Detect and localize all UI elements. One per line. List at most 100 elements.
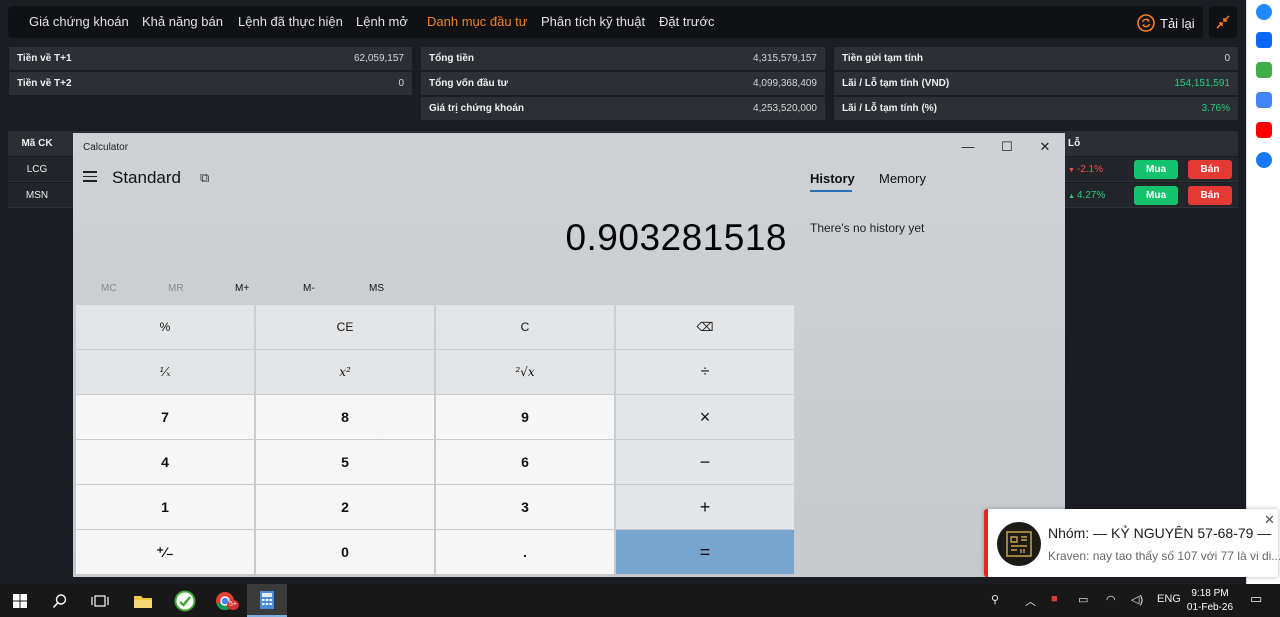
tab-stock-prices[interactable]: Giá chứng khoán xyxy=(29,6,129,38)
up-arrow-icon: ▲ xyxy=(1068,193,1077,200)
digit-1-button[interactable]: 1 xyxy=(76,485,254,529)
clock[interactable]: 9:18 PM 01-Feb-26 xyxy=(1184,587,1236,615)
square-button[interactable]: x² xyxy=(256,350,434,394)
file-explorer-button[interactable] xyxy=(123,584,163,617)
row-symbol: MSN xyxy=(25,190,49,201)
menu-icon[interactable] xyxy=(83,171,97,183)
sell-button[interactable]: Bán xyxy=(1188,160,1232,179)
buy-button[interactable]: Mua xyxy=(1134,160,1178,179)
digit-2-button[interactable]: 2 xyxy=(256,485,434,529)
result-display: 0.903281518 xyxy=(565,217,787,258)
reciprocal-button[interactable]: ¹⁄ₓ xyxy=(76,350,254,394)
calculator-taskbar-button[interactable] xyxy=(247,584,287,617)
clear-entry-button[interactable]: CE xyxy=(256,305,434,349)
tab-pre-order[interactable]: Đặt trước xyxy=(659,6,715,38)
youtube-icon[interactable] xyxy=(1256,122,1272,138)
task-view-icon xyxy=(91,594,109,607)
chat-notification[interactable]: Nhóm: — KỶ NGUYÊN 57-68-79 — Kraven: nay… xyxy=(984,509,1280,577)
antivirus-icon[interactable]: ■ xyxy=(1051,593,1058,605)
reload-button[interactable]: Tải lại xyxy=(1137,14,1195,32)
reload-label: Tải lại xyxy=(1160,15,1195,31)
divide-button[interactable]: ÷ xyxy=(616,350,794,394)
notification-title: Nhóm: — KỶ NGUYÊN 57-68-79 — xyxy=(1048,525,1272,541)
memory-recall-button[interactable]: MR xyxy=(168,283,184,294)
action-center-icon[interactable]: ▭ xyxy=(1250,591,1262,607)
decimal-button[interactable]: . xyxy=(436,530,614,574)
summary-profit-pct: Lãi / Lỗ tạm tính (%) 3.76% xyxy=(834,97,1238,120)
language-indicator[interactable]: ENG xyxy=(1157,593,1181,605)
add-button[interactable]: + xyxy=(616,485,794,529)
facebook-icon[interactable] xyxy=(1256,152,1272,168)
trading-app-button[interactable] xyxy=(165,584,205,617)
tab-executed-orders[interactable]: Lệnh đã thực hiện xyxy=(238,6,343,38)
summary-label: Tiền về T+2 xyxy=(17,78,72,89)
memory-clear-button[interactable]: MC xyxy=(101,283,117,294)
digit-6-button[interactable]: 6 xyxy=(436,440,614,484)
volume-icon[interactable]: ◁) xyxy=(1131,593,1143,606)
calculator-window: Calculator — ☐ ✕ Standard ⧉ 0.903281518 … xyxy=(73,133,1065,577)
tab-history[interactable]: History xyxy=(810,171,855,186)
row-profit-value: 4.27% xyxy=(1076,190,1106,201)
summary-value: 4,253,520,000 xyxy=(753,103,817,114)
multiply-button[interactable]: × xyxy=(616,395,794,439)
summary-label: Lãi / Lỗ tạm tính (%) xyxy=(842,103,937,114)
minimize-button[interactable]: — xyxy=(950,137,986,157)
clear-button[interactable]: C xyxy=(436,305,614,349)
messenger-icon[interactable] xyxy=(1256,4,1272,20)
tab-sell-capacity[interactable]: Khả năng bán xyxy=(142,6,223,38)
digit-8-button[interactable]: 8 xyxy=(256,395,434,439)
sell-button[interactable]: Bán xyxy=(1188,186,1232,205)
summary-label: Tiền về T+1 xyxy=(17,53,72,64)
close-button[interactable]: ✕ xyxy=(1027,137,1063,157)
summary-label: Tiền gửi tạm tính xyxy=(842,53,923,64)
square-root-button[interactable]: ²√x xyxy=(436,350,614,394)
collapse-arrows-icon xyxy=(1216,15,1230,29)
maximize-button[interactable]: ☐ xyxy=(989,137,1025,157)
zalo-icon[interactable] xyxy=(1256,32,1272,48)
keep-on-top-icon[interactable]: ⧉ xyxy=(200,170,209,186)
tab-portfolio[interactable]: Danh mục đầu tư xyxy=(427,6,527,38)
taskbar: 5+ ⚲ ︿ ■ ▭ ◠ ◁) ENG 9:18 PM 01-Feb-26 ▭ xyxy=(0,584,1280,617)
tab-open-orders[interactable]: Lệnh mở xyxy=(356,6,408,38)
start-button[interactable] xyxy=(0,584,40,617)
close-icon[interactable]: ✕ xyxy=(1264,512,1275,528)
collapse-button[interactable] xyxy=(1209,6,1237,38)
memory-add-button[interactable]: M+ xyxy=(235,283,249,294)
memory-store-button[interactable]: MS xyxy=(369,283,384,294)
refresh-icon xyxy=(1137,14,1155,32)
chrome-button[interactable]: 5+ xyxy=(205,584,245,617)
digit-4-button[interactable]: 4 xyxy=(76,440,254,484)
row-profit-pct: ▲ 4.27% xyxy=(1068,183,1130,209)
backspace-button[interactable]: ⌫ xyxy=(616,305,794,349)
digit-3-button[interactable]: 3 xyxy=(436,485,614,529)
clock-date: 01-Feb-26 xyxy=(1186,602,1234,613)
history-empty-text: There's no history yet xyxy=(810,221,925,235)
summary-value: 0 xyxy=(398,78,404,89)
tab-memory[interactable]: Memory xyxy=(879,171,926,186)
search-icon xyxy=(52,593,67,608)
game-icon[interactable] xyxy=(1256,62,1272,78)
task-view-button[interactable] xyxy=(80,584,120,617)
buy-button[interactable]: Mua xyxy=(1134,186,1178,205)
digit-0-button[interactable]: 0 xyxy=(256,530,434,574)
top-navigation: Giá chứng khoán Khả năng bán Lệnh đã thự… xyxy=(8,6,1203,38)
translate-icon[interactable] xyxy=(1256,92,1272,108)
search-button[interactable] xyxy=(40,584,80,617)
memory-subtract-button[interactable]: M- xyxy=(303,283,315,294)
subtract-button[interactable]: − xyxy=(616,440,794,484)
digit-9-button[interactable]: 9 xyxy=(436,395,614,439)
show-hidden-icons-icon[interactable]: ︿ xyxy=(1025,593,1036,609)
negate-button[interactable]: ⁺⁄₋ xyxy=(76,530,254,574)
battery-icon[interactable]: ▭ xyxy=(1078,593,1088,606)
digit-5-button[interactable]: 5 xyxy=(256,440,434,484)
summary-cash-t1: Tiền về T+1 62,059,157 xyxy=(9,47,412,70)
digit-7-button[interactable]: 7 xyxy=(76,395,254,439)
wifi-icon[interactable]: ◠ xyxy=(1106,593,1116,606)
equals-button[interactable]: = xyxy=(616,530,794,574)
windows-icon xyxy=(13,593,27,608)
tab-technical-analysis[interactable]: Phân tích kỹ thuật xyxy=(541,6,645,38)
summary-value: 0 xyxy=(1224,53,1230,64)
percent-button[interactable]: % xyxy=(76,305,254,349)
notification-message: Kraven: nay tao thấy số 107 với 77 là vi… xyxy=(1048,549,1280,563)
people-icon[interactable]: ⚲ xyxy=(991,593,999,606)
